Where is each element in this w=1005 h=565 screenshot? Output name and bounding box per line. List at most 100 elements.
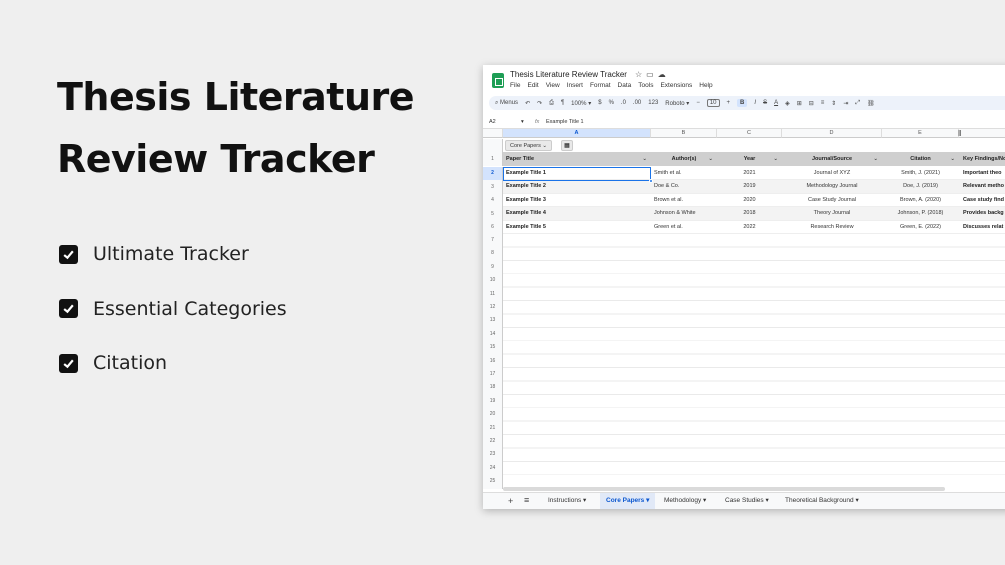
cell-key-findings[interactable]: Relevant metho — [963, 180, 1005, 193]
row-number[interactable]: 7 — [483, 234, 503, 248]
font-size-input[interactable]: 10 — [706, 99, 720, 107]
cell-authors[interactable]: Green et al. — [654, 221, 717, 234]
bold-button[interactable]: B — [737, 99, 748, 107]
chevron-down-icon[interactable]: ⌄ — [873, 152, 878, 166]
cell-journal[interactable]: Journal of XYZ — [782, 167, 882, 180]
add-sheet-icon[interactable]: + — [508, 496, 513, 506]
row-number[interactable]: 18 — [483, 381, 503, 395]
row-number[interactable]: 14 — [483, 327, 503, 342]
cell-title[interactable]: Example Title 5 — [506, 221, 651, 234]
undo-icon[interactable]: ↶ — [525, 100, 530, 107]
fill-color-icon[interactable]: ◈ — [785, 100, 790, 107]
zoom-select[interactable]: 100% ▾ — [571, 100, 591, 107]
chevron-down-icon[interactable]: ⌄ — [950, 152, 955, 166]
header-key-findings[interactable]: Key Findings/No — [963, 152, 1005, 166]
cell-key-findings[interactable]: Discusses relat — [963, 221, 1005, 234]
row-number[interactable]: 25 — [483, 475, 503, 489]
strikethrough-button[interactable]: S — [763, 100, 767, 106]
header-year[interactable]: Year ⌄ — [717, 152, 782, 166]
cell-key-findings[interactable]: Case study find — [963, 194, 1005, 207]
cell-citation[interactable]: Green, E. (2022) — [882, 221, 959, 234]
formula-input[interactable]: Example Title 1 — [546, 119, 584, 125]
tab-methodology[interactable]: Methodology ▾ — [658, 493, 712, 509]
cell-authors[interactable]: Johnson & White — [654, 207, 717, 220]
row-number[interactable]: 23 — [483, 448, 503, 462]
column-header-e[interactable]: E — [882, 129, 959, 138]
horizontal-scrollbar[interactable] — [503, 487, 945, 491]
freeze-handle-icon[interactable]: ‖ — [958, 130, 961, 138]
menu-data[interactable]: Data — [618, 82, 632, 89]
merge-cells-icon[interactable]: ⊟ — [809, 100, 814, 107]
cloud-icon[interactable]: ☁ — [658, 70, 670, 79]
all-sheets-icon[interactable]: ≡ — [524, 495, 529, 505]
menu-view[interactable]: View — [546, 82, 560, 89]
column-header-f[interactable] — [959, 129, 1005, 138]
menu-format[interactable]: Format — [590, 82, 611, 89]
tab-instructions[interactable]: Instructions ▾ — [542, 493, 592, 509]
cell-key-findings[interactable]: Provides backg — [963, 207, 1005, 220]
row-number[interactable]: 15 — [483, 341, 503, 355]
tab-theoretical-background[interactable]: Theoretical Background ▾ — [779, 493, 865, 509]
menu-tools[interactable]: Tools — [638, 82, 653, 89]
row-number[interactable]: 9 — [483, 260, 503, 275]
row-number[interactable]: 5 — [483, 207, 503, 221]
search-menus-button[interactable]: ⌕ Menus — [495, 100, 518, 107]
text-wrap-icon[interactable]: ⇥ — [843, 100, 848, 107]
cell-year[interactable]: 2021 — [717, 167, 782, 180]
header-journal[interactable]: Journal/Source ⌄ — [782, 152, 882, 166]
cell-authors[interactable]: Brown et al. — [654, 194, 717, 207]
cell-citation[interactable]: Johnson, P. (2018) — [882, 207, 959, 220]
fill-handle[interactable] — [649, 179, 653, 183]
cell-title[interactable]: Example Title 3 — [506, 194, 651, 207]
chevron-down-icon[interactable]: ▾ — [521, 119, 524, 125]
row-number[interactable]: 13 — [483, 314, 503, 328]
cell-journal[interactable]: Theory Journal — [782, 207, 882, 220]
font-select[interactable]: Roboto ▾ — [665, 100, 689, 107]
italic-button[interactable]: I — [754, 100, 756, 106]
name-box[interactable]: A2 — [489, 119, 496, 125]
table-view-select[interactable]: Core Papers ⌄ — [505, 140, 553, 151]
sheets-logo-icon[interactable] — [492, 73, 504, 88]
font-size-increase-icon[interactable]: + — [727, 100, 731, 106]
text-rotate-icon[interactable]: ⤢ — [855, 100, 860, 107]
cell-title[interactable]: Example Title 4 — [506, 207, 651, 220]
menu-edit[interactable]: Edit — [527, 82, 538, 89]
folder-icon[interactable]: ▭ — [646, 70, 658, 79]
cell-year[interactable]: 2020 — [717, 194, 782, 207]
currency-button[interactable]: $ — [598, 100, 601, 106]
menu-help[interactable]: Help — [699, 82, 712, 89]
number-format-button[interactable]: 123 — [648, 100, 658, 106]
tab-core-papers[interactable]: Core Papers ▾ — [600, 493, 656, 509]
paint-format-icon[interactable]: ¶ — [561, 100, 564, 106]
row-number[interactable]: 1 — [483, 152, 503, 166]
row-number[interactable]: 19 — [483, 394, 503, 409]
header-paper-title[interactable]: Paper Title ⌄ — [506, 152, 651, 166]
row-number[interactable]: 12 — [483, 301, 503, 315]
cell-citation[interactable]: Brown, A. (2020) — [882, 194, 959, 207]
row-number[interactable]: 24 — [483, 461, 503, 476]
table-options-icon[interactable]: ▦ — [561, 140, 573, 151]
select-all-corner[interactable] — [483, 129, 503, 138]
row-number[interactable]: 16 — [483, 354, 503, 368]
cell-title[interactable]: Example Title 2 — [506, 180, 651, 193]
row-number[interactable]: 11 — [483, 287, 503, 301]
menu-extensions[interactable]: Extensions — [660, 82, 692, 89]
cell-year[interactable]: 2019 — [717, 180, 782, 193]
menu-insert[interactable]: Insert — [567, 82, 583, 89]
percent-button[interactable]: % — [609, 100, 614, 106]
menu-file[interactable]: File — [510, 82, 520, 89]
header-citation[interactable]: Citation ⌄ — [882, 152, 959, 166]
row-number[interactable]: 21 — [483, 421, 503, 435]
row-number[interactable]: 6 — [483, 221, 503, 234]
chevron-down-icon[interactable]: ⌄ — [708, 152, 713, 166]
cell-key-findings[interactable]: Important theo — [963, 167, 1005, 180]
redo-icon[interactable]: ↷ — [537, 100, 542, 107]
font-size-decrease-icon[interactable]: − — [696, 100, 700, 106]
text-color-button[interactable]: A — [774, 100, 778, 106]
column-header-a[interactable]: A — [503, 129, 651, 138]
empty-grid[interactable] — [503, 234, 1005, 487]
row-number[interactable]: 8 — [483, 247, 503, 261]
document-title[interactable]: Thesis Literature Review Tracker — [510, 70, 627, 79]
chevron-down-icon[interactable]: ⌄ — [642, 152, 647, 166]
column-header-d[interactable]: D — [782, 129, 882, 138]
